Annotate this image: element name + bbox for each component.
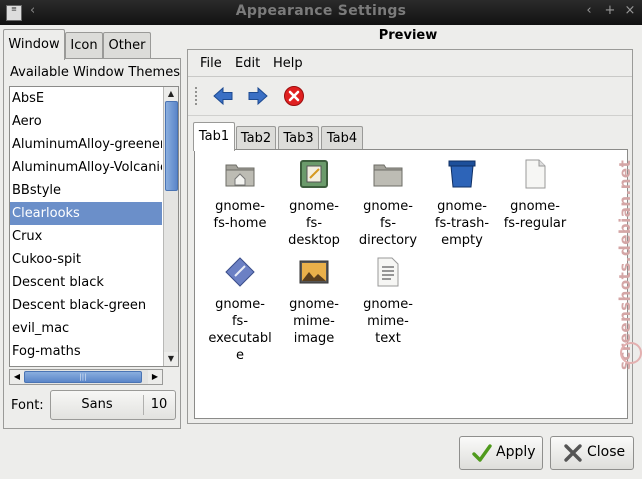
close-window-button[interactable]: × [623, 3, 637, 18]
appearance-settings-window: ≡ ‹ Appearance Settings ‹ + × Window Ico… [0, 0, 642, 479]
window-title: Appearance Settings [235, 3, 407, 19]
close-icon [564, 444, 582, 462]
apply-label: Apply [496, 444, 536, 460]
tab-tab2[interactable]: Tab2 [236, 126, 276, 151]
minimize-button[interactable]: ‹ [582, 3, 596, 18]
menu-file[interactable]: File [200, 56, 222, 71]
close-label: Close [587, 444, 626, 460]
list-item[interactable]: Aero [10, 110, 162, 133]
tab-other[interactable]: Other [103, 32, 151, 59]
list-item-selected[interactable]: Clearlooks [10, 202, 162, 225]
icon-label: gnome- fs- directory [358, 199, 418, 248]
preview-icon-view[interactable]: gnome- fs-home gnome- fs- desktop gnome-… [194, 149, 628, 419]
folder-icon [373, 164, 403, 187]
apply-button[interactable]: Apply [459, 436, 543, 470]
icon-label: gnome- fs- executabl e [208, 297, 272, 363]
stop-icon[interactable] [283, 85, 305, 107]
themes-heading: Available Window Themes [10, 65, 180, 80]
toolbar-grip-handle[interactable] [194, 86, 198, 106]
list-item[interactable]: AluminumAlloy-greener [10, 133, 162, 156]
horizontal-scroll-thumb[interactable]: ||| [24, 371, 142, 383]
tab-tab1[interactable]: Tab1 [193, 122, 235, 151]
icon-item-trash[interactable]: gnome- fs-trash- empty [429, 158, 495, 249]
font-label: Font: [11, 398, 44, 413]
icon-item-home[interactable]: gnome- fs-home [207, 158, 273, 232]
scroll-down-arrow-icon[interactable]: ▼ [164, 352, 178, 366]
list-item[interactable]: BBstyle [10, 179, 162, 202]
icon-item-executable[interactable]: gnome- fs- executabl e [207, 256, 273, 364]
preview-menubar: File Edit Help [188, 50, 632, 77]
tab-window[interactable]: Window [3, 29, 65, 60]
icon-item-directory[interactable]: gnome- fs- directory [355, 158, 421, 249]
menu-edit[interactable]: Edit [235, 56, 260, 71]
icon-label: gnome- mime- text [363, 297, 413, 346]
theme-list[interactable]: AbsE Aero AluminumAlloy-greener Aluminum… [9, 86, 179, 367]
title-bar[interactable]: ≡ ‹ Appearance Settings ‹ + × [0, 0, 642, 25]
folder-home-icon [225, 164, 255, 187]
icon-label: gnome- mime- image [289, 297, 339, 346]
text-file-icon [377, 257, 399, 287]
scroll-up-arrow-icon[interactable]: ▲ [164, 87, 178, 101]
window-themes-panel: Available Window Themes AbsE Aero Alumin… [3, 58, 181, 429]
file-icon [525, 159, 546, 189]
watermark-text: screenshots.debian.net [616, 159, 634, 370]
icon-label: gnome- fs-trash- empty [434, 199, 490, 248]
list-item[interactable]: Descent black [10, 271, 162, 294]
icon-item-regular[interactable]: gnome- fs-regular [502, 158, 568, 232]
preview-title: Preview [378, 28, 438, 43]
icon-label: gnome- fs-home [213, 199, 267, 231]
list-item[interactable]: AluminumAlloy-Volcanic [10, 156, 162, 179]
scroll-right-arrow-icon[interactable]: ▶ [148, 370, 162, 384]
list-item[interactable]: Cukoo-spit [10, 248, 162, 271]
vertical-scroll-thumb[interactable] [165, 101, 178, 191]
icon-item-image[interactable]: gnome- mime- image [281, 256, 347, 347]
vertical-scrollbar[interactable]: ▲ ▼ [163, 87, 178, 366]
desktop-icon [300, 160, 328, 188]
close-button[interactable]: Close [550, 436, 634, 470]
list-item[interactable]: evil_mac [10, 317, 162, 340]
executable-icon [225, 257, 255, 287]
back-arrow-icon[interactable] [212, 85, 234, 107]
icon-item-desktop[interactable]: gnome- fs- desktop [281, 158, 347, 249]
list-item[interactable]: Crux [10, 225, 162, 248]
font-chooser-button[interactable]: Sans 10 [50, 390, 176, 420]
watermark-logo-icon [620, 342, 642, 364]
theme-list-items: AbsE Aero AluminumAlloy-greener Aluminum… [10, 87, 162, 366]
checkmark-icon [472, 444, 492, 462]
list-item[interactable]: Descent black-green [10, 294, 162, 317]
icon-label: gnome- fs-regular [503, 199, 567, 231]
scroll-left-arrow-icon[interactable]: ◀ [10, 370, 24, 384]
font-separator [143, 395, 144, 415]
icon-item-text[interactable]: gnome- mime- text [355, 256, 421, 347]
maximize-button[interactable]: + [603, 3, 617, 18]
forward-arrow-icon[interactable] [247, 85, 269, 107]
tab-tab3[interactable]: Tab3 [278, 126, 319, 151]
trash-icon [448, 160, 476, 188]
preview-panel: File Edit Help Tab1 Tab2 Tab3 Tab4 gnome… [187, 49, 633, 424]
icon-label: gnome- fs- desktop [288, 199, 340, 248]
menu-help[interactable]: Help [273, 56, 303, 71]
horizontal-scrollbar[interactable]: ◀ ||| ▶ [9, 369, 163, 385]
preview-toolbar [188, 77, 632, 116]
font-size: 10 [150, 397, 168, 412]
list-item[interactable]: AbsE [10, 87, 162, 110]
tab-icon[interactable]: Icon [65, 32, 103, 59]
font-name: Sans [81, 397, 113, 412]
tab-tab4[interactable]: Tab4 [321, 126, 363, 151]
image-icon [299, 260, 329, 284]
list-item[interactable]: Fog-maths [10, 340, 162, 363]
